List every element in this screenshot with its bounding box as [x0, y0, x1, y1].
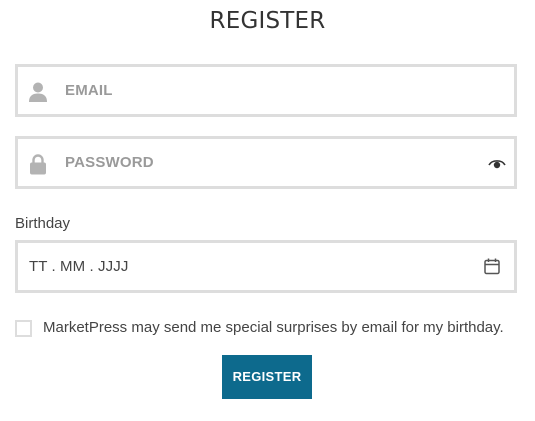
birthday-label: Birthday — [15, 215, 71, 232]
birthday-date-value[interactable]: TT . MM . JJJJ — [29, 258, 128, 275]
lock-icon — [27, 153, 49, 175]
email-field[interactable] — [15, 64, 517, 117]
eye-icon[interactable] — [488, 157, 506, 169]
user-icon — [27, 81, 49, 103]
birthday-date-field[interactable]: TT . MM . JJJJ — [15, 240, 517, 293]
register-button[interactable]: REGISTER — [222, 355, 312, 399]
password-field[interactable] — [15, 136, 517, 189]
birthday-consent-checkbox[interactable] — [15, 320, 32, 337]
birthday-consent-label[interactable]: MarketPress may send me special surprise… — [43, 319, 504, 336]
email-input[interactable] — [65, 67, 485, 114]
password-input[interactable] — [65, 139, 485, 186]
calendar-icon[interactable] — [483, 257, 501, 275]
page-title: REGISTER — [209, 8, 326, 34]
